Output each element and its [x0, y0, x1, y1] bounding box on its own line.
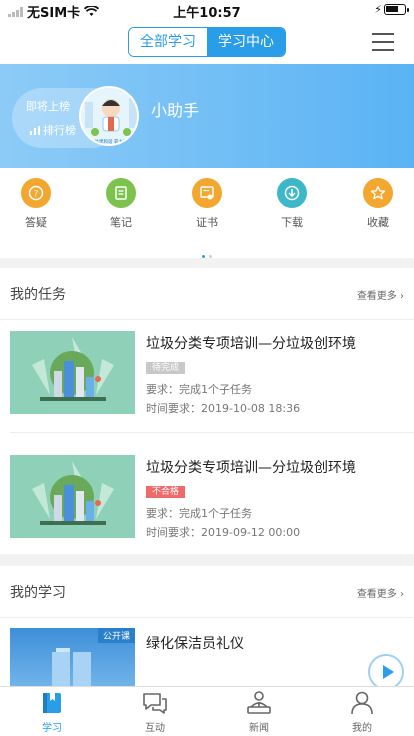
- quick-actions: ? 答疑 笔记 证书 下载 收藏: [0, 168, 414, 258]
- task-requirement: 要求：完成1个子任务: [146, 383, 252, 396]
- leaderboard-link[interactable]: 排行榜: [30, 122, 76, 138]
- star-icon: [363, 178, 393, 208]
- leaderboard-label: 排行榜: [43, 124, 76, 137]
- segment-learning-center[interactable]: 学习中心: [207, 28, 285, 56]
- rank-status-label: 即将上榜: [26, 100, 70, 113]
- play-icon[interactable]: [368, 654, 404, 690]
- quick-action-favorites[interactable]: 收藏: [348, 178, 408, 230]
- section-title: 我的学习: [10, 585, 66, 601]
- bar-chart-icon: [30, 125, 40, 135]
- avatar[interactable]: 共建和谐 靠大家: [79, 86, 139, 146]
- tab-label: 我的: [352, 723, 372, 734]
- tab-mine[interactable]: 我的: [327, 689, 397, 734]
- chevron-right-icon: ›: [400, 291, 404, 302]
- profile-banner: 即将上榜 排行榜: [0, 64, 414, 168]
- chevron-right-icon: ›: [400, 589, 404, 600]
- quick-action-label: 答疑: [25, 216, 47, 229]
- divider: [10, 432, 414, 433]
- task-due-date: 时间要求：2019-09-12 00:00: [146, 526, 301, 539]
- course-thumbnail[interactable]: 公开课: [10, 628, 135, 686]
- status-badge: 不合格: [146, 486, 186, 498]
- segment-all-learning[interactable]: 全部学习: [129, 28, 207, 56]
- quick-action-label: 收藏: [367, 216, 389, 229]
- quick-action-label: 证书: [196, 216, 218, 229]
- task-due-date: 时间要求：2019-10-08 18:36: [146, 402, 301, 415]
- status-badge: 待完成: [146, 362, 186, 374]
- learning-more-link[interactable]: 查看更多 ›: [357, 585, 404, 600]
- task-requirement: 要求：完成1个子任务: [146, 507, 252, 520]
- task-title: 垃圾分类专项培训—分垃圾创环境: [146, 460, 356, 476]
- quick-action-download[interactable]: 下载: [262, 178, 322, 230]
- quick-action-label: 下载: [281, 216, 303, 229]
- tasks-more-link[interactable]: 查看更多 ›: [357, 287, 404, 302]
- more-label: 查看更多: [356, 589, 397, 600]
- task-thumbnail: [10, 331, 135, 414]
- svg-text:?: ?: [34, 190, 39, 200]
- quick-action-certificate[interactable]: 证书: [177, 178, 237, 230]
- note-icon: [106, 178, 136, 208]
- tab-label: 新闻: [249, 723, 269, 734]
- top-nav: 全部学习 学习中心: [0, 20, 414, 64]
- download-icon: [277, 178, 307, 208]
- tasks-section: 我的任务 查看更多 › 垃圾分类专项培训—分垃圾创环境 待完成 要求：完成1个子…: [0, 268, 414, 554]
- course-tag: 公开课: [97, 628, 135, 643]
- certificate-icon: [192, 178, 222, 208]
- menu-icon[interactable]: [372, 33, 394, 51]
- tab-learning[interactable]: 学习: [17, 689, 87, 734]
- section-title: 我的任务: [10, 287, 66, 303]
- task-thumbnail: [10, 455, 135, 538]
- segmented-control: 全部学习 学习中心: [128, 27, 286, 57]
- user-icon: [347, 689, 377, 717]
- quick-action-notes[interactable]: 笔记: [91, 178, 151, 230]
- quick-action-qa[interactable]: ? 答疑: [6, 178, 66, 230]
- status-bar: 无SIM卡 上午10:57 ⚡: [0, 0, 414, 21]
- tasks-header: 我的任务 查看更多 ›: [0, 268, 414, 320]
- news-icon: [244, 689, 274, 717]
- tab-label: 学习: [42, 723, 62, 734]
- tab-news[interactable]: 新闻: [224, 689, 294, 734]
- chat-icon: [140, 689, 170, 717]
- book-icon: [37, 689, 67, 717]
- charging-icon: ⚡: [374, 3, 382, 16]
- more-label: 查看更多: [356, 291, 397, 302]
- task-item[interactable]: 垃圾分类专项培训—分垃圾创环境 待完成 要求：完成1个子任务 时间要求：2019…: [0, 320, 414, 444]
- question-icon: ?: [21, 178, 51, 208]
- learning-header: 我的学习 查看更多 ›: [0, 566, 414, 618]
- task-item[interactable]: 垃圾分类专项培训—分垃圾创环境 不合格 要求：完成1个子任务 时间要求：2019…: [0, 444, 414, 568]
- clock: 上午10:57: [173, 6, 241, 21]
- tab-bar: 学习 互动 新闻 我的: [0, 686, 414, 736]
- page-indicator[interactable]: [0, 243, 414, 262]
- tab-label: 互动: [145, 723, 165, 734]
- battery-icon: [384, 4, 409, 15]
- course-title: 绿化保洁员礼仪: [146, 636, 244, 652]
- tab-interaction[interactable]: 互动: [120, 689, 190, 734]
- username: 小助手: [151, 101, 200, 120]
- task-title: 垃圾分类专项培训—分垃圾创环境: [146, 336, 356, 352]
- quick-action-label: 笔记: [110, 216, 132, 229]
